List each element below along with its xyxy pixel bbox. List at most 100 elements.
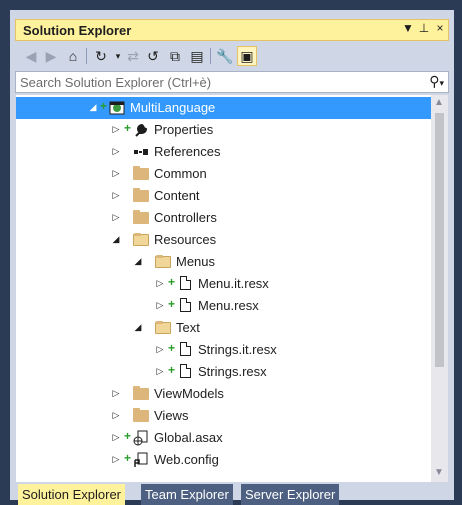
tree-item-web-config[interactable]: ▷ + Web.config <box>16 449 431 471</box>
add-marker-icon: + <box>168 275 176 289</box>
back-icon[interactable]: ◀ <box>21 46 41 66</box>
expand-arrow-icon[interactable]: ▷ <box>155 299 165 311</box>
folder-icon <box>133 408 149 424</box>
tree-item-label: Properties <box>154 122 214 137</box>
tree-item-label: Views <box>154 408 189 423</box>
folder-icon <box>133 386 149 402</box>
tree-item-label: MultiLanguage <box>130 100 216 115</box>
add-marker-icon: + <box>168 363 176 377</box>
resx-file-icon <box>177 276 193 292</box>
expand-arrow-icon[interactable]: ▷ <box>111 145 121 157</box>
wrench-icon <box>133 122 149 138</box>
scroll-down-icon[interactable]: ▼ <box>434 467 444 478</box>
solution-tree: ◢ + MultiLanguage ▷ + Properties ▷ Refer… <box>15 94 449 483</box>
folder-open-icon <box>155 320 171 336</box>
tab-team-explorer[interactable]: Team Explorer <box>141 484 233 505</box>
tree-item-text[interactable]: ◢ Text <box>16 317 431 339</box>
collapse-arrow-icon[interactable]: ◢ <box>133 255 143 267</box>
tree-item-views[interactable]: ▷ Views <box>16 405 431 427</box>
tree-item-label: Resources <box>154 232 217 247</box>
scroll-up-icon[interactable]: ▲ <box>434 97 444 108</box>
expand-arrow-icon[interactable]: ▷ <box>111 189 121 201</box>
toolbar-separator <box>210 48 211 64</box>
tree-item-resources[interactable]: ◢ Resources <box>16 229 431 251</box>
tree-item-label: Text <box>176 320 200 335</box>
refresh-icon[interactable]: ↺ <box>143 46 163 66</box>
config-file-icon <box>133 452 149 468</box>
expand-arrow-icon[interactable]: ▷ <box>155 343 165 355</box>
dropdown-icon[interactable]: ▼ <box>400 21 416 35</box>
tree-item-common[interactable]: ▷ Common <box>16 163 431 185</box>
tree-item-strings-resx[interactable]: ▷ + Strings.resx <box>16 361 431 383</box>
expand-arrow-icon[interactable]: ▷ <box>111 123 121 135</box>
preview-icon[interactable]: ▣ <box>237 46 257 66</box>
collapse-arrow-icon[interactable]: ◢ <box>88 101 98 113</box>
resx-file-icon <box>177 364 193 380</box>
tree-item-references[interactable]: ▷ References <box>16 141 431 163</box>
folder-open-icon <box>133 232 149 248</box>
expand-arrow-icon[interactable]: ▷ <box>111 453 121 465</box>
toolbar: ◀ ▶ ⌂ ↻ ▾ ⇄ ↺ ⧉ ▤ 🔧 ▣ <box>15 42 449 70</box>
tree-item-label: Menus <box>176 254 216 269</box>
tree-item-label: Global.asax <box>154 430 223 445</box>
forward-icon[interactable]: ▶ <box>41 46 61 66</box>
panel-tabs: Solution Explorer Team Explorer Server E… <box>15 484 449 505</box>
tree-item-label: Web.config <box>154 452 219 467</box>
home-icon[interactable]: ⌂ <box>63 46 83 66</box>
resx-file-icon <box>177 298 193 314</box>
tree-item-label: Menu.it.resx <box>198 276 269 291</box>
tree-item-controllers[interactable]: ▷ Controllers <box>16 207 431 229</box>
collapse-arrow-icon[interactable]: ◢ <box>133 321 143 333</box>
pin-icon[interactable]: ⊥ <box>416 21 432 35</box>
folder-icon <box>133 166 149 182</box>
tree-item-label: ViewModels <box>154 386 224 401</box>
folder-icon <box>133 188 149 204</box>
search-input[interactable] <box>20 74 410 90</box>
add-marker-icon: + <box>168 341 176 355</box>
search-icon[interactable]: ⚲▾ <box>429 73 444 90</box>
tree-item-content[interactable]: ▷ Content <box>16 185 431 207</box>
solution-explorer-window: Solution Explorer ▼ ⊥ × ◀ ▶ ⌂ ↻ ▾ ⇄ ↺ ⧉ … <box>10 10 454 505</box>
show-all-files-icon[interactable]: ▤ <box>187 46 207 66</box>
tree-item-menus[interactable]: ◢ Menus <box>16 251 431 273</box>
resx-file-icon <box>177 342 193 358</box>
references-icon <box>133 144 149 160</box>
tab-solution-explorer[interactable]: Solution Explorer <box>18 484 125 505</box>
expand-arrow-icon[interactable]: ▷ <box>155 365 165 377</box>
tab-server-explorer[interactable]: Server Explorer <box>241 484 340 505</box>
tree-item-label: Content <box>154 188 200 203</box>
add-marker-icon: + <box>100 99 108 113</box>
expand-arrow-icon[interactable]: ▷ <box>111 409 121 421</box>
tree-item-label: References <box>154 144 221 159</box>
search-box: ⚲▾ <box>15 71 449 93</box>
add-marker-icon: + <box>124 429 132 443</box>
expand-arrow-icon[interactable]: ▷ <box>111 431 121 443</box>
tree-item-label: Strings.it.resx <box>198 342 277 357</box>
tree-item-multilanguage[interactable]: ◢ + MultiLanguage <box>16 97 431 119</box>
expand-arrow-icon[interactable]: ▷ <box>155 277 165 289</box>
tree-item-properties[interactable]: ▷ + Properties <box>16 119 431 141</box>
expand-arrow-icon[interactable]: ▷ <box>111 387 121 399</box>
collapse-all-icon[interactable]: ⧉ <box>165 46 185 66</box>
expand-arrow-icon[interactable]: ▷ <box>111 211 121 223</box>
collapse-arrow-icon[interactable]: ◢ <box>111 233 121 245</box>
tree-item-label: Strings.resx <box>198 364 267 379</box>
expand-arrow-icon[interactable]: ▷ <box>111 167 121 179</box>
tree-item-menu-it-resx[interactable]: ▷ + Menu.it.resx <box>16 273 431 295</box>
vertical-scrollbar[interactable]: ▲ ▼ <box>431 95 448 482</box>
sync-icon[interactable]: ⇄ <box>123 46 143 66</box>
properties-icon[interactable]: 🔧 <box>215 46 235 66</box>
add-marker-icon: + <box>168 297 176 311</box>
add-marker-icon: + <box>124 451 132 465</box>
tree-item-global-asax[interactable]: ▷ + Global.asax <box>16 427 431 449</box>
tree-item-menu-resx[interactable]: ▷ + Menu.resx <box>16 295 431 317</box>
tree-item-label: Controllers <box>154 210 217 225</box>
close-icon[interactable]: × <box>432 21 448 35</box>
panel-title-bar[interactable]: Solution Explorer ▼ ⊥ × <box>15 19 449 41</box>
tree-item-viewmodels[interactable]: ▷ ViewModels <box>16 383 431 405</box>
project-icon <box>109 100 125 116</box>
folder-icon <box>133 210 149 226</box>
tree-item-label: Common <box>154 166 207 181</box>
tree-item-strings-it-resx[interactable]: ▷ + Strings.it.resx <box>16 339 431 361</box>
scrollbar-thumb[interactable] <box>435 113 444 367</box>
